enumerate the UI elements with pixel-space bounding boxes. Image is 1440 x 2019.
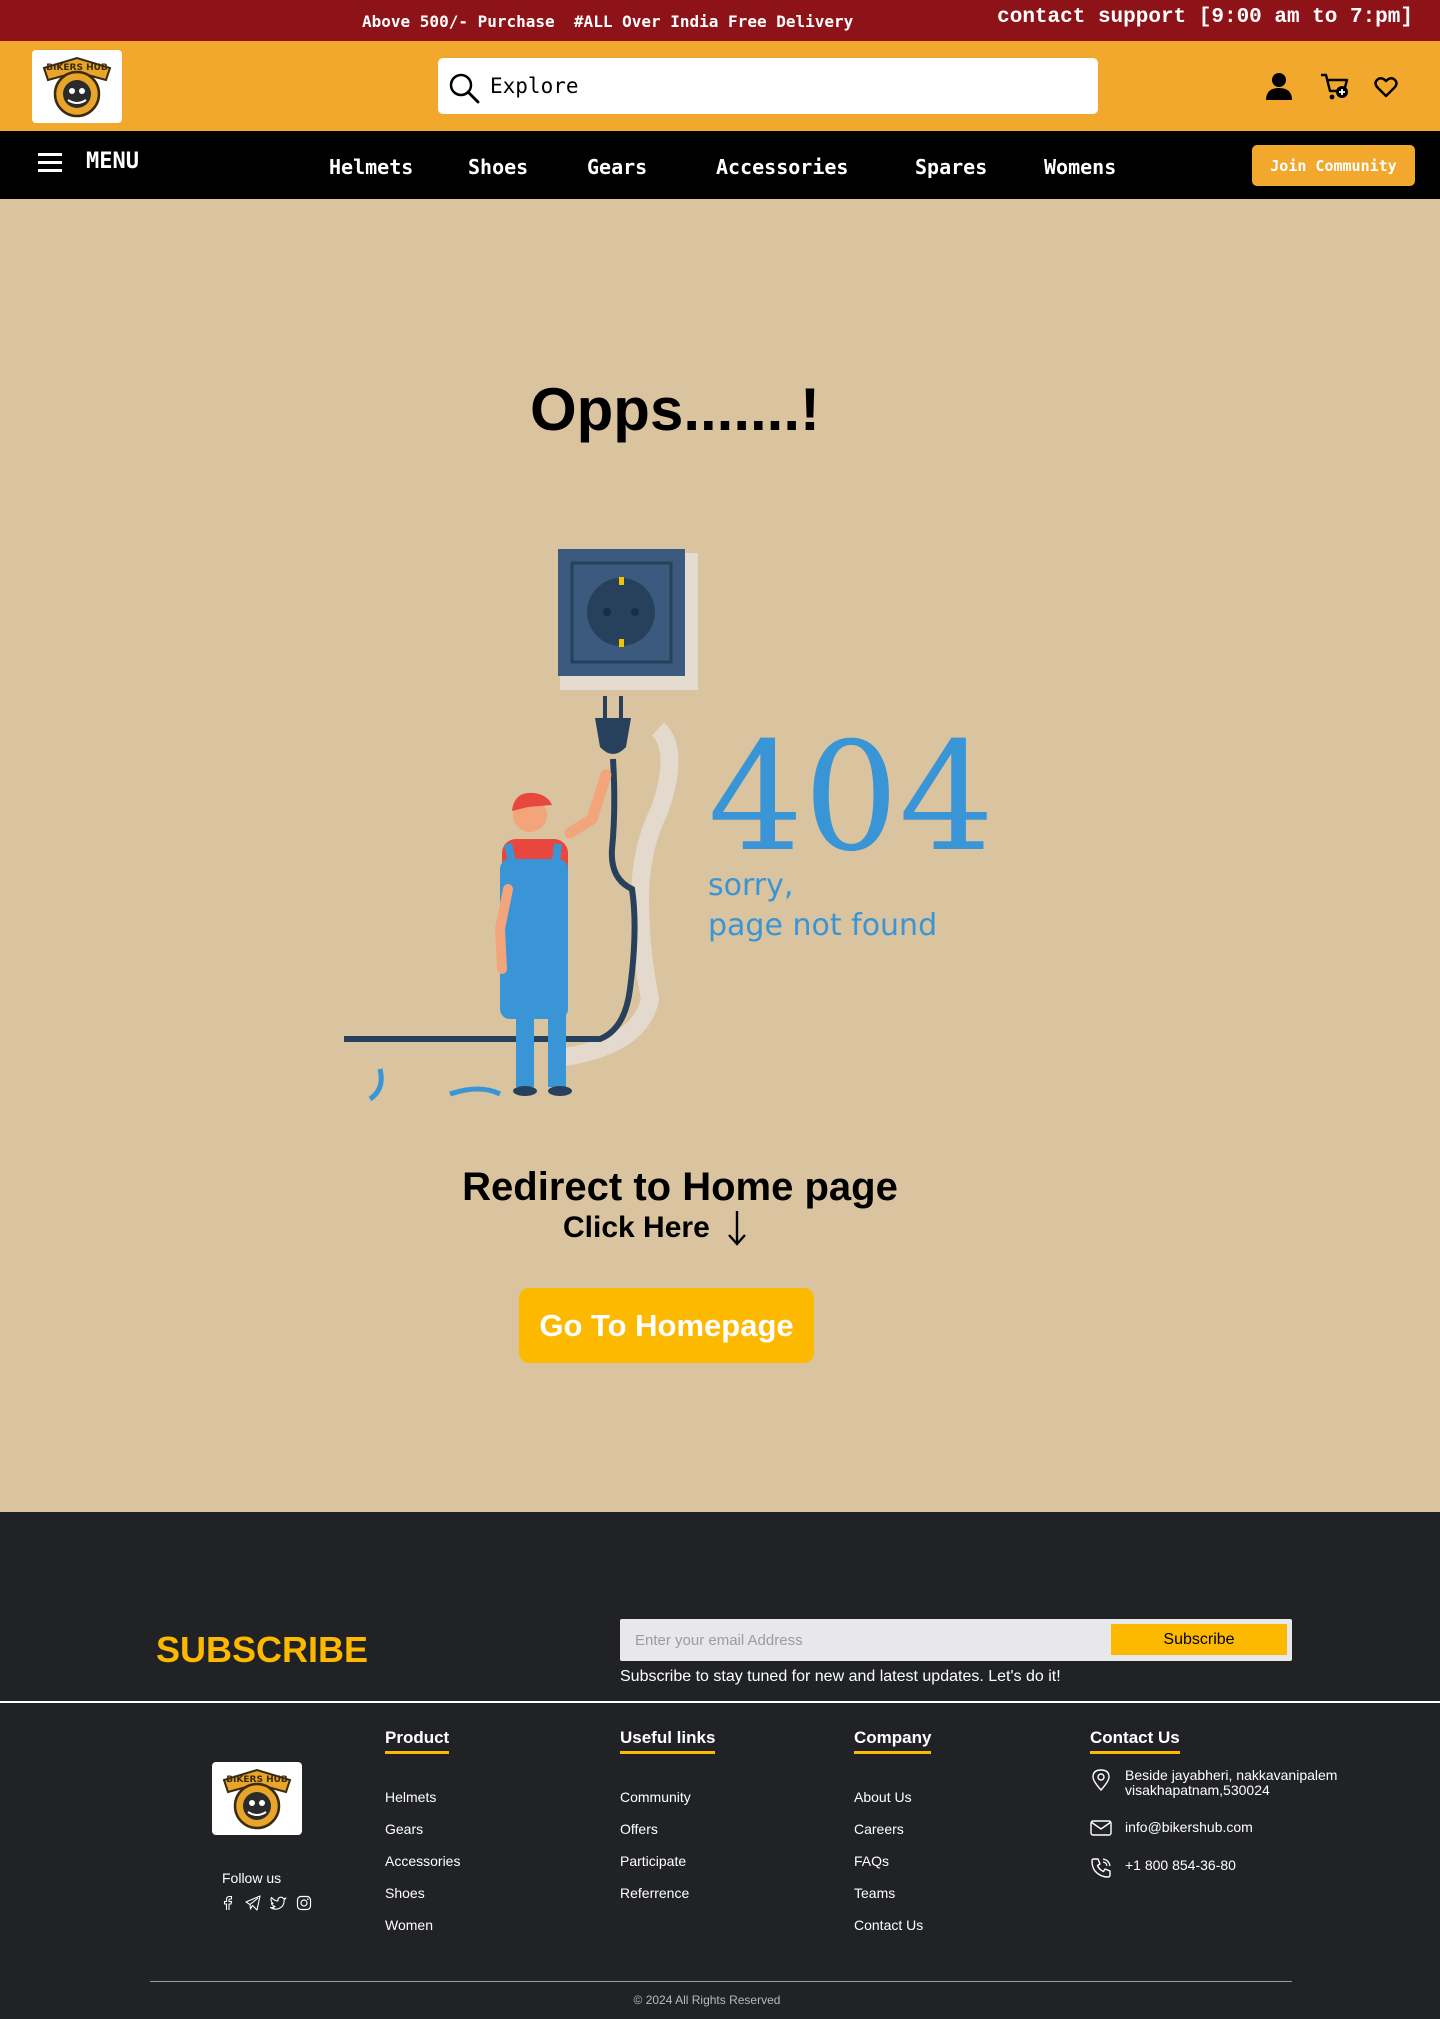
svg-text:page not found: page not found	[708, 908, 937, 943]
footer-logo[interactable]: BIKERS HUB	[212, 1762, 302, 1835]
footer-col-title: Contact Us	[1090, 1728, 1180, 1754]
footer-col-useful-links: Useful links Community Offers Participat…	[620, 1728, 716, 1917]
svg-text:sorry,: sorry,	[708, 868, 793, 903]
footer-link-participate[interactable]: Participate	[620, 1853, 715, 1869]
svg-text:BIKERS HUB: BIKERS HUB	[226, 1775, 288, 1785]
footer-link-about-us[interactable]: About Us	[854, 1789, 931, 1805]
announcement-bar: Above 500/- Purchase #ALL Over India Fre…	[0, 0, 1440, 41]
footer-link-careers[interactable]: Careers	[854, 1821, 931, 1837]
subscribe-button[interactable]: Subscribe	[1111, 1624, 1287, 1655]
search-input[interactable]	[490, 68, 1080, 104]
join-community-button[interactable]: Join Community	[1252, 145, 1415, 186]
nav-item-shoes[interactable]: Shoes	[468, 155, 528, 179]
svg-text:404: 404	[708, 711, 994, 885]
email-text: info@bikershub.com	[1125, 1819, 1253, 1835]
footer-col-company: Company About Us Careers FAQs Teams Cont…	[854, 1728, 932, 1949]
social-links	[220, 1895, 312, 1911]
heart-icon[interactable]	[1374, 76, 1398, 98]
menu-button[interactable]: MENU	[36, 149, 139, 174]
nav-item-spares[interactable]: Spares	[915, 155, 987, 179]
footer-col-title: Company	[854, 1728, 932, 1754]
footer: SUBSCRIBE Subscribe Subscribe to stay tu…	[0, 1512, 1440, 2019]
promo-text: Above 500/- Purchase #ALL Over India Fre…	[362, 12, 854, 31]
search-bar	[438, 58, 1098, 114]
footer-link-gears[interactable]: Gears	[385, 1821, 460, 1837]
footer-link-teams[interactable]: Teams	[854, 1885, 931, 1901]
nav-item-helmets[interactable]: Helmets	[329, 155, 413, 179]
address-text: Beside jayabheri, nakkavanipalem visakha…	[1125, 1767, 1338, 1798]
footer-link-community[interactable]: Community	[620, 1789, 715, 1805]
footer-link-referrence[interactable]: Referrence	[620, 1885, 715, 1901]
footer-col-product: Product Helmets Gears Accessories Shoes …	[385, 1728, 460, 1949]
redirect-heading: Redirect to Home page	[462, 1165, 898, 1209]
footer-bottom-divider	[150, 1981, 1292, 1982]
user-icon[interactable]	[1264, 71, 1294, 101]
mail-icon	[1090, 1820, 1112, 1836]
404-illustration: 404 sorry, page not found	[344, 549, 994, 1102]
instagram-icon[interactable]	[296, 1895, 312, 1911]
location-icon	[1092, 1769, 1110, 1792]
email-input[interactable]	[635, 1627, 1085, 1653]
footer-link-helmets[interactable]: Helmets	[385, 1789, 460, 1805]
click-here-label: Click Here	[563, 1211, 710, 1244]
twitter-icon[interactable]	[270, 1895, 287, 1911]
subscribe-note: Subscribe to stay tuned for new and late…	[620, 1668, 1061, 1685]
footer-link-faqs[interactable]: FAQs	[854, 1853, 931, 1869]
footer-link-shoes[interactable]: Shoes	[385, 1885, 460, 1901]
error-page: Opps.......! 404 sorry, page not found R…	[0, 199, 1440, 1512]
telegram-icon[interactable]	[245, 1895, 261, 1911]
footer-col-title: Useful links	[620, 1728, 716, 1754]
subscribe-form: Subscribe	[620, 1619, 1292, 1661]
logo-badge-icon: BIKERS HUB	[222, 1768, 292, 1829]
contact-email[interactable]: info@bikershub.com	[1090, 1819, 1253, 1837]
go-to-homepage-button[interactable]: Go To Homepage	[519, 1288, 814, 1363]
footer-link-accessories[interactable]: Accessories	[385, 1853, 460, 1869]
phone-icon	[1091, 1858, 1111, 1878]
contact-address: Beside jayabheri, nakkavanipalem visakha…	[1090, 1768, 1350, 1798]
menu-label: MENU	[86, 149, 139, 174]
svg-text:BIKERS HUB: BIKERS HUB	[46, 63, 108, 73]
support-hours[interactable]: contact support [9:00 am to 7:pm]	[997, 6, 1413, 29]
header: BIKERS HUB	[0, 41, 1440, 131]
footer-link-offers[interactable]: Offers	[620, 1821, 715, 1837]
phone-text: +1 800 854-36-80	[1125, 1857, 1236, 1873]
follow-us-label: Follow us	[222, 1870, 282, 1886]
arrow-down-icon	[728, 1211, 746, 1246]
nav-item-accessories[interactable]: Accessories	[716, 155, 848, 179]
nav-item-gears[interactable]: Gears	[587, 155, 647, 179]
footer-divider	[0, 1701, 1440, 1703]
facebook-icon[interactable]	[220, 1895, 236, 1911]
hamburger-icon	[38, 152, 62, 172]
nav-item-womens[interactable]: Womens	[1044, 155, 1116, 179]
footer-col-title: Product	[385, 1728, 450, 1754]
main-nav: MENU Helmets Shoes Gears Accessories Spa…	[0, 131, 1440, 199]
contact-phone[interactable]: +1 800 854-36-80	[1090, 1857, 1236, 1879]
logo[interactable]: BIKERS HUB	[32, 50, 122, 123]
copyright: © 2024 All Rights Reserved	[633, 1993, 781, 2007]
page-title: Opps.......!	[529, 376, 820, 443]
logo-badge-icon: BIKERS HUB	[42, 56, 112, 117]
cart-icon[interactable]	[1320, 73, 1350, 101]
footer-link-women[interactable]: Women	[385, 1917, 460, 1933]
footer-link-contact-us[interactable]: Contact Us	[854, 1917, 931, 1933]
subscribe-title: SUBSCRIBE	[156, 1629, 369, 1670]
search-icon[interactable]	[448, 72, 480, 104]
